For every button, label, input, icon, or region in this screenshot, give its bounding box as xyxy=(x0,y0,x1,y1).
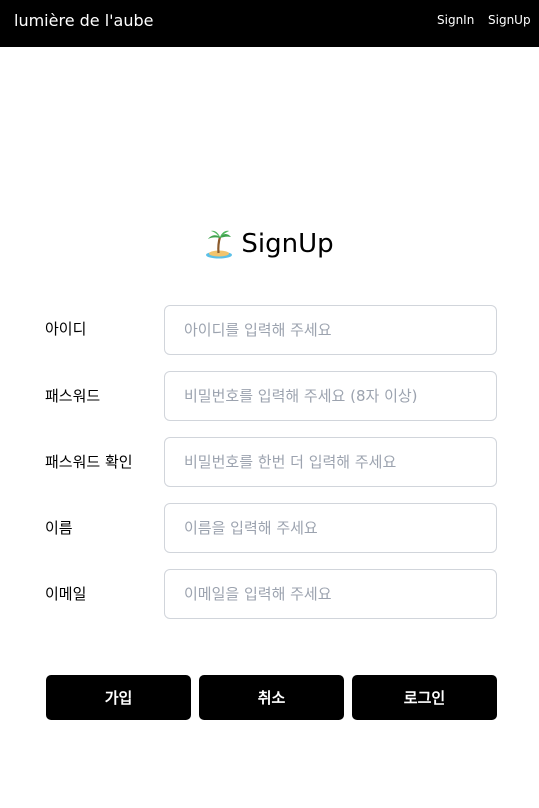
nav-signin-link[interactable]: SignIn xyxy=(437,12,474,28)
signup-title: SignUp xyxy=(241,229,334,259)
password-confirm-label: 패스워드 확인 xyxy=(45,453,133,471)
page-title: SignUp xyxy=(0,226,539,262)
login-button[interactable]: 로그인 xyxy=(352,675,497,720)
join-button[interactable]: 가입 xyxy=(46,675,191,720)
name-label: 이름 xyxy=(45,519,73,537)
top-navbar: lumière de l'aube SignIn SignUp xyxy=(0,0,539,47)
password-confirm-input[interactable] xyxy=(164,437,497,487)
email-input[interactable] xyxy=(164,569,497,619)
brand-logo[interactable]: lumière de l'aube xyxy=(14,11,154,31)
nav-signup-link[interactable]: SignUp xyxy=(488,12,531,28)
username-label: 아이디 xyxy=(45,320,87,338)
password-input[interactable] xyxy=(164,371,497,421)
email-label: 이메일 xyxy=(45,585,87,603)
username-input[interactable] xyxy=(164,305,497,355)
desert-island-icon xyxy=(206,230,233,259)
name-input[interactable] xyxy=(164,503,497,553)
password-label: 패스워드 xyxy=(45,387,101,405)
cancel-button[interactable]: 취소 xyxy=(199,675,344,720)
